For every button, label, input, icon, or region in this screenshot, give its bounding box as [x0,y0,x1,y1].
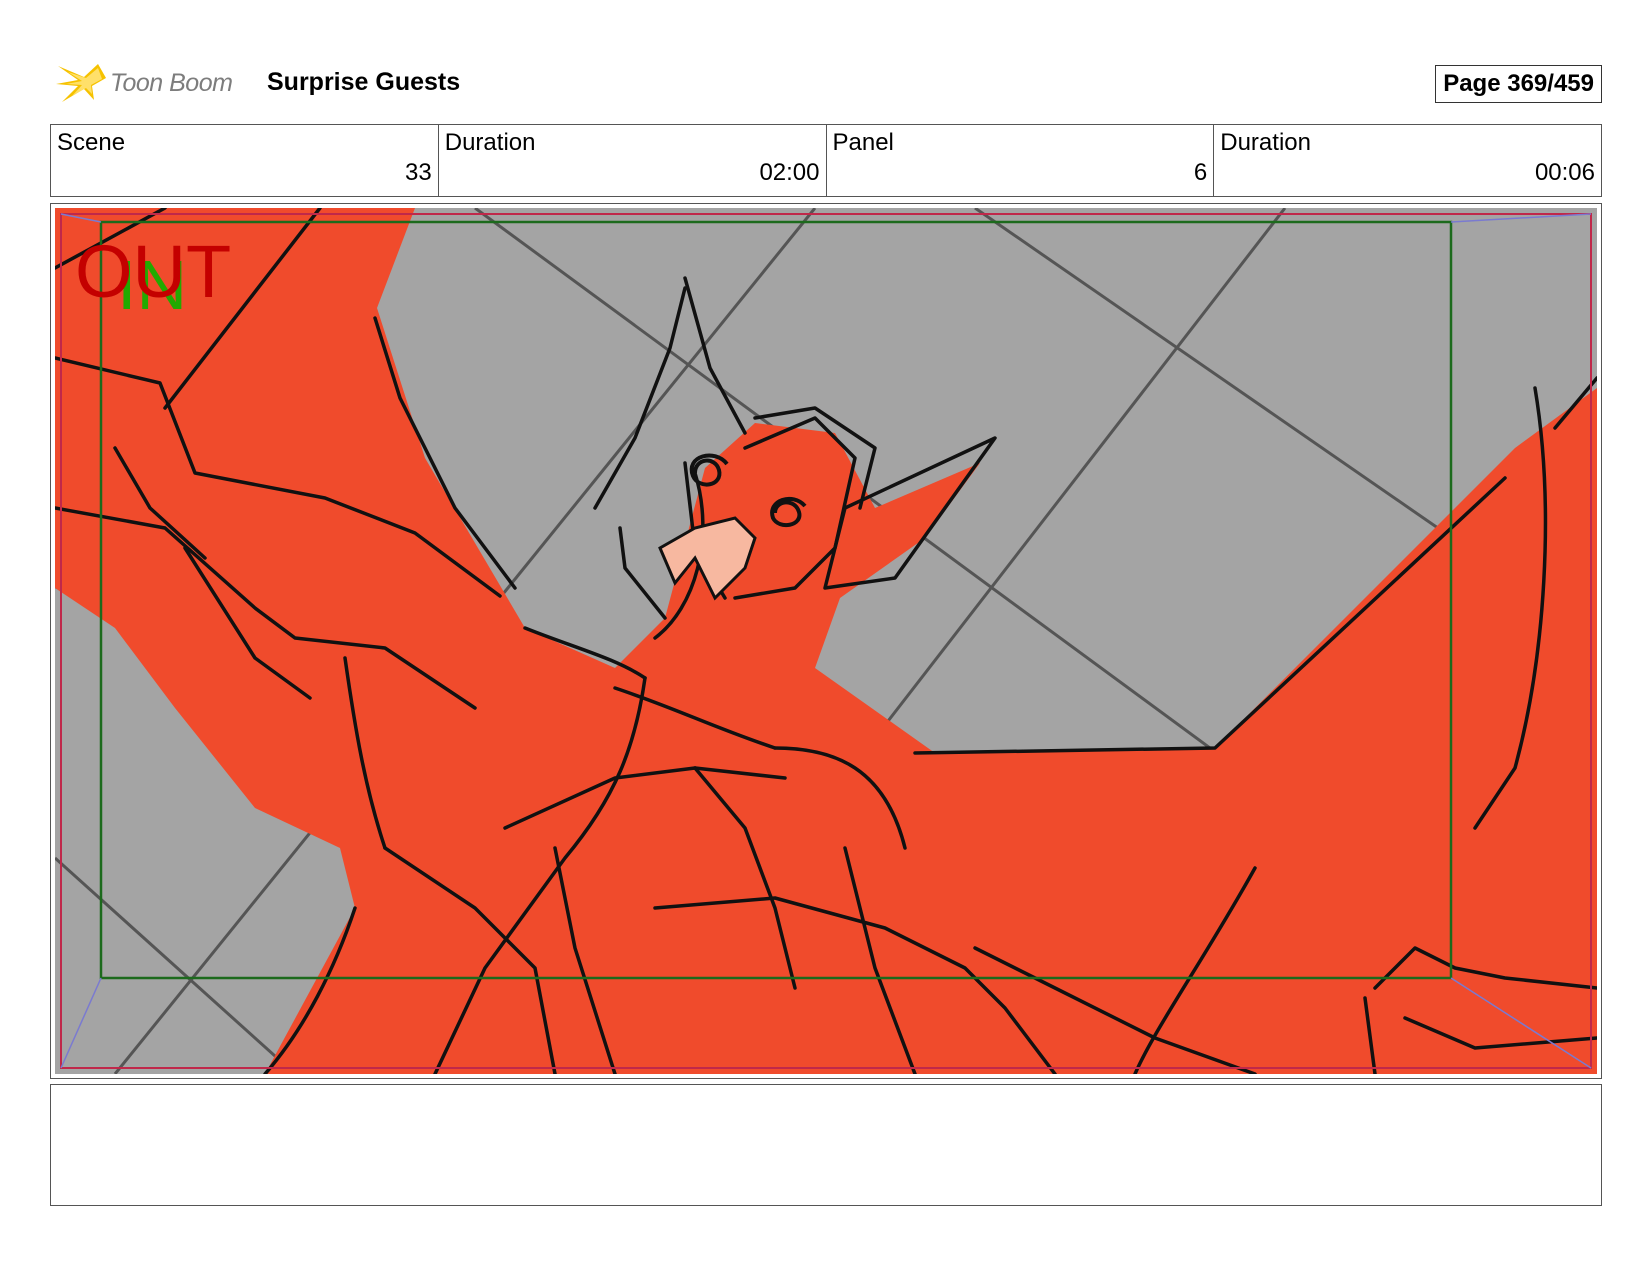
document-title: Surprise Guests [267,68,461,96]
panel-duration-cell: Duration 00:06 [1214,125,1601,196]
out-marker: OUT [75,230,231,313]
toon-boom-logo: Toon Boom [54,58,254,104]
panel-duration-value: 00:06 [1534,159,1595,186]
scene-info-table: Scene 33 Duration 02:00 Panel 6 Duration… [50,124,1602,197]
panel-notes [50,1084,1602,1206]
scene-value: 33 [405,159,432,186]
page-header: Toon Boom Surprise Guests Page 369/459 [50,56,1602,106]
scene-duration-cell: Duration 02:00 [439,125,827,196]
scene-duration-label: Duration [444,129,536,156]
logo-text: Toon Boom [110,69,233,97]
panel-cell: Panel 6 [827,125,1215,196]
page-number: Page 369/459 [1435,65,1602,103]
scene-duration-value: 02:00 [759,159,820,186]
scene-cell: Scene 33 [51,125,439,196]
panel-label: Panel [832,129,894,156]
starburst-icon [56,64,106,102]
scene-label: Scene [57,129,126,156]
storyboard-panel: IN OUT [50,203,1602,1079]
panel-drawing: IN OUT [55,208,1597,1074]
panel-value: 6 [1193,159,1208,186]
panel-duration-label: Duration [1220,129,1311,156]
